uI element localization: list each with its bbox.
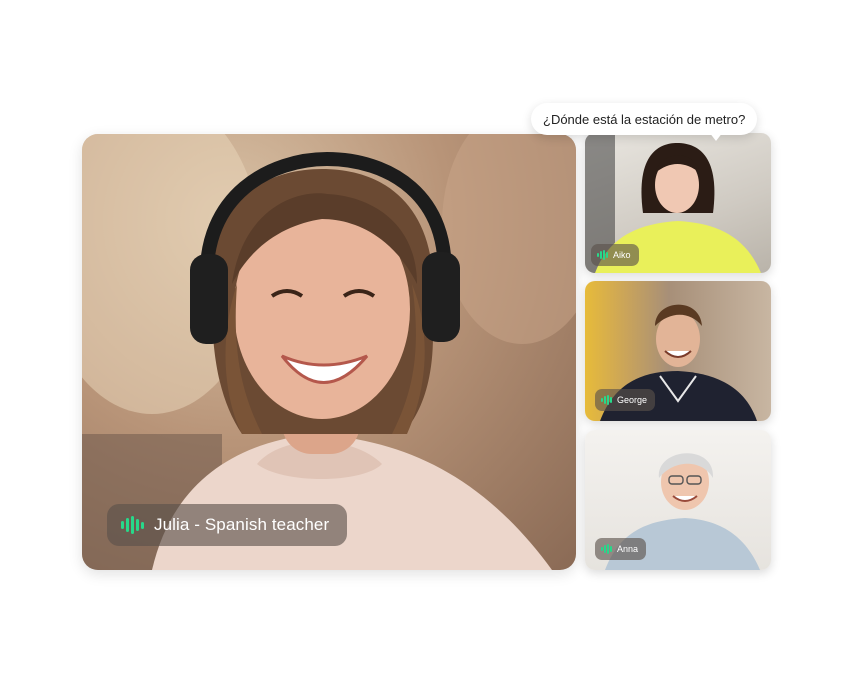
participant-tile-george[interactable]: George <box>585 281 771 421</box>
participant-name: Aiko <box>613 250 631 260</box>
main-participant-name: Julia - Spanish teacher <box>154 515 330 534</box>
participant-name: Anna <box>617 544 639 554</box>
audio-wave-icon <box>601 544 612 554</box>
video-call-preview: Julia - Spanish teacher Aiko George Anna… <box>0 0 854 677</box>
main-participant-badge: Julia - Spanish teacher <box>107 504 348 546</box>
participant-tile-anna[interactable]: Anna <box>585 430 771 570</box>
participant-badge-george: George <box>595 389 656 411</box>
speech-bubble-tail <box>709 132 723 141</box>
audio-wave-icon <box>121 516 144 534</box>
participant-badge-aiko: Aiko <box>591 244 639 266</box>
main-video-tile[interactable]: Julia - Spanish teacher <box>82 134 576 570</box>
speech-bubble: ¿Dónde está la estación de metro? <box>531 103 758 135</box>
audio-wave-icon <box>597 250 608 260</box>
participant-name: George <box>617 395 648 405</box>
participant-tile-aiko[interactable]: Aiko <box>585 133 771 273</box>
speech-bubble-text: ¿Dónde está la estación de metro? <box>543 111 746 127</box>
participant-badge-anna: Anna <box>595 538 647 560</box>
audio-wave-icon <box>601 395 612 405</box>
